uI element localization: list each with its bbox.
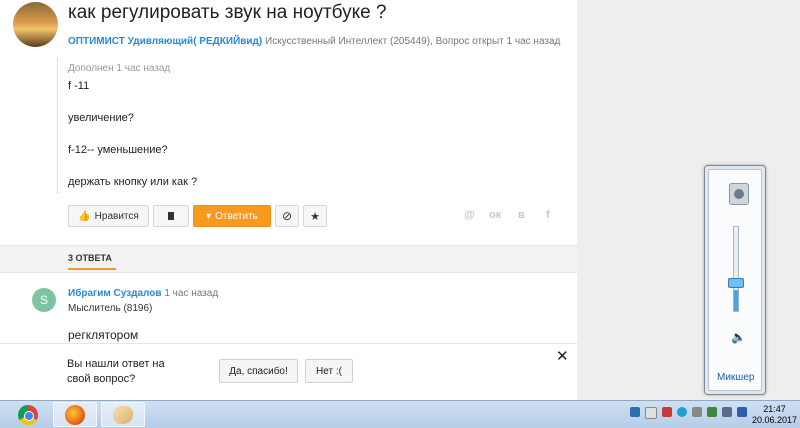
paint-icon <box>113 405 133 424</box>
volume-slider-track[interactable] <box>733 226 739 312</box>
page-background-right <box>577 0 800 400</box>
author-link[interactable]: ОПТИМИСТ Удивляющий( РЕДКИЙвид) <box>68 36 262 47</box>
bookmark-icon <box>168 212 174 220</box>
clock-date: 20.06.2017 <box>752 415 798 425</box>
supplement-line: увеличение? <box>68 112 134 124</box>
answer-header: Ибрагим Суздалов 1 час назад <box>68 288 218 299</box>
supplement-line: f-12-- уменьшение? <box>68 144 168 156</box>
volume-slider-fill <box>734 290 738 311</box>
answer-rank: Мыслитель (8196) <box>68 303 153 314</box>
answer-button[interactable]: ▾ Ответить <box>193 205 271 227</box>
taskbar-chrome[interactable] <box>6 402 50 427</box>
tray-keyboard-icon[interactable] <box>722 407 732 417</box>
question-meta: ОПТИМИСТ Удивляющий( РЕДКИЙвид) Искусств… <box>68 36 560 47</box>
facebook-share-icon[interactable]: f <box>546 209 550 221</box>
answers-tab-underline <box>68 268 116 270</box>
like-button[interactable]: 👍 Нравится <box>68 205 149 227</box>
mixer-link[interactable]: Микшер <box>717 372 754 383</box>
answer-text: регклятором <box>68 328 139 342</box>
supplement-line: держать кнопку или как ? <box>68 176 198 188</box>
chrome-icon <box>18 404 38 425</box>
feedback-prompt: Вы нашли ответ на свой вопрос? Да, спаси… <box>0 343 577 401</box>
star-icon: ★ <box>310 210 320 223</box>
taskbar-paint[interactable] <box>101 402 145 427</box>
taskbar-clock[interactable]: 21:47 20.06.2017 <box>752 404 797 426</box>
star-button[interactable]: ★ <box>303 205 327 227</box>
firefox-icon <box>65 404 85 425</box>
clock-time: 21:47 <box>763 404 786 414</box>
supplement-line: f -11 <box>68 80 90 92</box>
mail-share-icon[interactable]: @ <box>464 209 475 221</box>
volume-popup: 🔈 Микшер <box>704 165 766 395</box>
close-icon[interactable]: ✕ <box>556 347 569 365</box>
taskbar-firefox[interactable] <box>53 402 97 427</box>
answer-time: 1 час назад <box>164 288 219 299</box>
tray-flag-icon[interactable] <box>692 407 702 417</box>
feedback-line-2: свой вопрос? <box>67 373 136 385</box>
reply-icon: ▾ <box>206 210 212 222</box>
no-button[interactable]: Нет :( <box>305 359 353 383</box>
author-avatar[interactable] <box>13 2 58 47</box>
speaker-device-icon[interactable] <box>729 183 749 205</box>
volume-panel: 🔈 Микшер <box>708 169 762 391</box>
taskbar: 21:47 20.06.2017 <box>0 400 800 428</box>
bookmark-button[interactable] <box>153 205 189 227</box>
supplement-border <box>57 58 59 193</box>
tray-app-icon[interactable] <box>645 407 657 419</box>
answers-tab[interactable]: 3 ОТВЕТА <box>68 253 112 263</box>
thumbs-up-icon: 👍 <box>78 210 91 222</box>
answer-label: Ответить <box>215 210 258 222</box>
question-page: как регулировать звук на ноутбуке ? ОПТИ… <box>0 0 577 401</box>
question-title: как регулировать звук на ноутбуке ? <box>68 2 387 23</box>
block-icon: ⊘ <box>281 209 293 223</box>
vk-share-icon[interactable]: в <box>518 209 525 221</box>
tray-skype-icon[interactable] <box>677 407 687 417</box>
tray-arrow-icon[interactable] <box>630 407 640 417</box>
answer-avatar[interactable]: S <box>32 288 56 312</box>
feedback-line-1: Вы нашли ответ на <box>67 358 165 370</box>
supplement-label: Дополнен 1 час назад <box>68 63 171 74</box>
yes-button[interactable]: Да, спасибо! <box>219 359 298 383</box>
tray-network-icon[interactable] <box>707 407 717 417</box>
volume-slider-thumb[interactable] <box>728 278 744 288</box>
answer-author-link[interactable]: Ибрагим Суздалов <box>68 288 162 299</box>
system-tray <box>630 407 747 419</box>
block-button[interactable]: ⊘ <box>275 205 299 227</box>
like-label: Нравится <box>94 210 139 222</box>
ok-share-icon[interactable]: ок <box>489 209 501 221</box>
tray-volume-icon[interactable] <box>737 407 747 417</box>
answers-tab-bar: 3 ОТВЕТА <box>0 245 577 273</box>
tray-antivirus-icon[interactable] <box>662 407 672 417</box>
feedback-question: Вы нашли ответ на свой вопрос? <box>67 357 165 387</box>
author-info: Искусственный Интеллект (205449), Вопрос… <box>265 36 561 47</box>
speaker-mute-icon[interactable]: 🔈 <box>731 330 746 344</box>
